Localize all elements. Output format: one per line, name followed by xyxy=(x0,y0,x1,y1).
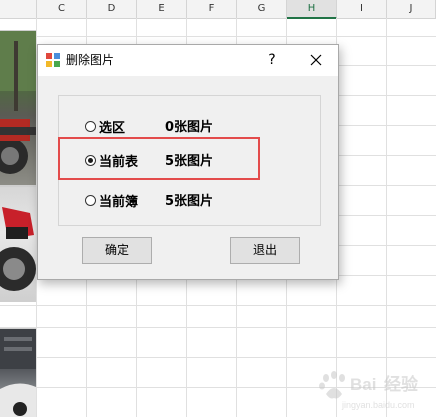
column-header-prev[interactable] xyxy=(0,0,37,18)
car-photo[interactable] xyxy=(0,328,36,417)
motorcycle-icon xyxy=(0,207,36,291)
option-count-current-workbook: 5张图片 xyxy=(165,194,214,209)
grid-line xyxy=(0,305,436,306)
close-button[interactable] xyxy=(302,49,330,71)
option-count-selection: 0张图片 xyxy=(165,120,214,135)
highlight-annotation-box xyxy=(58,137,260,180)
help-button[interactable]: ? xyxy=(260,49,284,71)
app-icon xyxy=(46,53,60,67)
motorcycle-icon xyxy=(0,31,36,174)
radio-current-workbook[interactable]: 当前簿 xyxy=(85,190,138,210)
radio-button[interactable] xyxy=(85,120,96,132)
grid-line xyxy=(0,327,436,328)
car-icon xyxy=(0,329,36,417)
dialog-title: 删除图片 xyxy=(66,53,115,67)
grid-line xyxy=(0,36,436,37)
column-header-bar: C D E F G H I J xyxy=(0,0,436,19)
option-label-selection: 选区 xyxy=(99,120,126,136)
ok-button[interactable]: 确定 xyxy=(82,237,152,264)
delete-pictures-dialog: 删除图片 ? 选区 0张图片 当前表 5张图片 当前簿 5张图片 确定 退出 xyxy=(37,44,339,280)
column-header-i[interactable]: I xyxy=(337,0,387,18)
grid-line xyxy=(0,387,436,388)
option-label-current-workbook: 当前簿 xyxy=(99,194,139,210)
grid-line xyxy=(0,357,436,358)
column-header-h[interactable]: H xyxy=(287,0,337,19)
column-header-d[interactable]: D xyxy=(87,0,137,18)
svg-text:经验: 经验 xyxy=(384,374,419,394)
radio-selection[interactable]: 选区 xyxy=(85,116,125,136)
column-header-f[interactable]: F xyxy=(187,0,237,18)
svg-text:jingyan.baidu.com: jingyan.baidu.com xyxy=(341,400,415,410)
column-header-g[interactable]: G xyxy=(237,0,287,18)
screen: C D E F G H I J 删除图片 ? 选区 0张图片 当前表 5张图片 … xyxy=(0,0,436,417)
motorcycle-photo[interactable] xyxy=(0,30,36,186)
close-icon xyxy=(310,54,322,66)
radio-button[interactable] xyxy=(85,194,96,206)
column-header-e[interactable]: E xyxy=(137,0,187,18)
dialog-titlebar[interactable]: 删除图片 ? xyxy=(38,45,338,76)
motorcycle-photo[interactable] xyxy=(0,186,36,302)
svg-text:Bai: Bai xyxy=(350,375,376,394)
baidu-watermark-logo: Bai 经验 jingyan.baidu.com xyxy=(319,371,419,410)
exit-button[interactable]: 退出 xyxy=(230,237,300,264)
column-header-c[interactable]: C xyxy=(37,0,87,18)
column-header-j[interactable]: J xyxy=(387,0,436,18)
